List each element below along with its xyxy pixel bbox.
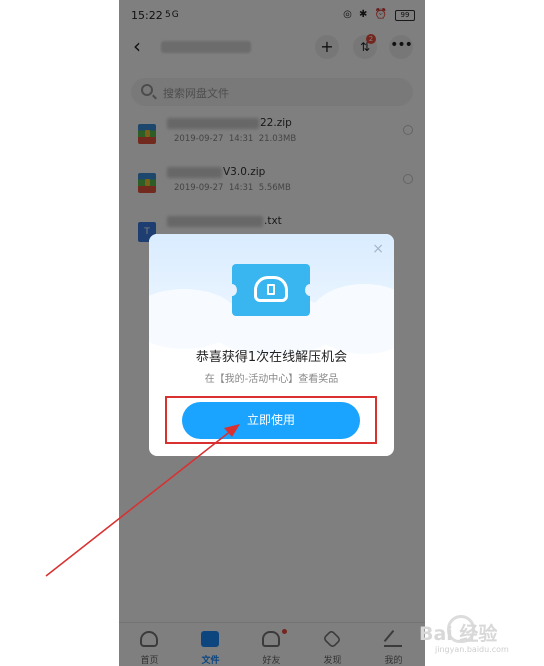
annotation-arrow [45, 424, 240, 577]
screenshot-stage: 15:22 5G ◎ ✱ ⏰ 99 ‹ + ⇅ 2 ••• 搜索网盘文件 22.… [0, 0, 544, 666]
baidu-watermark: Bai 经验 jingyan.baidu.com [419, 615, 539, 655]
arrow-line [45, 429, 233, 577]
watermark-url: jingyan.baidu.com [435, 645, 509, 654]
watermark-text: Bai 经验 [419, 623, 498, 645]
